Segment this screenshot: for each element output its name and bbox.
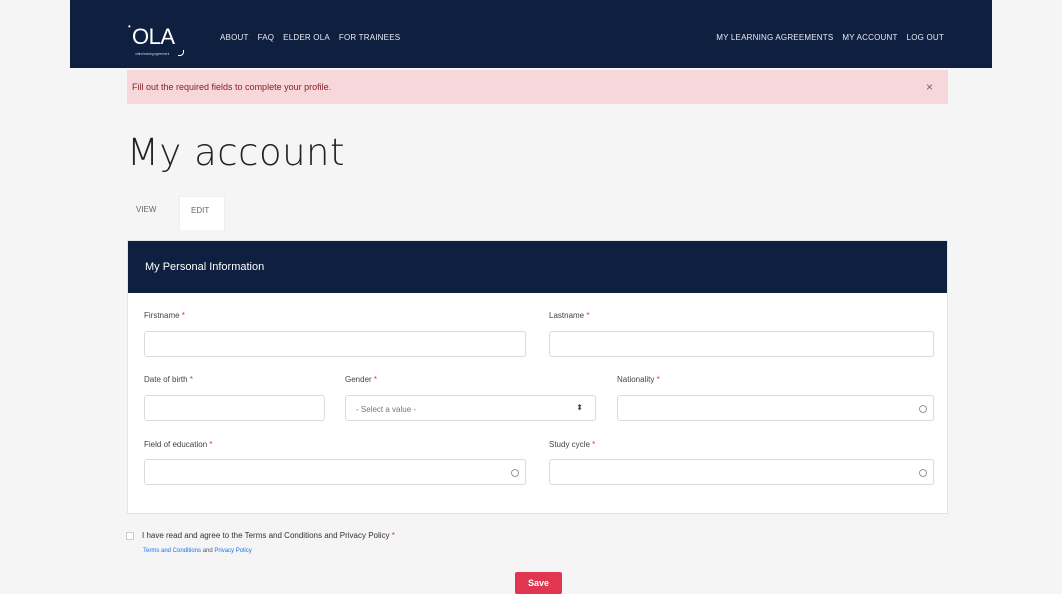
date-of-birth-input[interactable]	[144, 395, 325, 421]
dob-label-text: Date of birth	[144, 375, 188, 384]
nav-link-log-out[interactable]: LOG OUT	[907, 33, 944, 42]
terms-and-text: and	[202, 548, 213, 554]
terms-checkbox[interactable]	[126, 532, 134, 540]
privacy-policy-link[interactable]: Privacy Policy	[214, 548, 251, 554]
logo-text: OLA	[132, 24, 175, 49]
gender-label-text: Gender	[345, 375, 372, 384]
logo-dot-icon: •	[128, 22, 131, 31]
alert-message: Fill out the required fields to complete…	[132, 82, 332, 92]
lastname-input[interactable]	[549, 331, 934, 357]
tab-edit[interactable]: EDIT	[179, 196, 225, 230]
page-title: My account	[127, 131, 345, 174]
close-icon[interactable]: ×	[926, 80, 933, 94]
required-mark: *	[656, 375, 660, 384]
gender-selected-value: - Select a value -	[356, 405, 417, 414]
terms-and-conditions-link[interactable]: Terms and Conditions	[143, 548, 201, 554]
nav-link-about[interactable]: ABOUT	[220, 33, 249, 42]
personal-information-panel: My Personal Information Firstname * Last…	[127, 240, 948, 514]
required-mark: *	[586, 311, 590, 320]
logo-subtitle: online learning agreement	[135, 51, 169, 56]
required-mark: *	[181, 311, 185, 320]
gender-select[interactable]: - Select a value - ⬍	[345, 395, 596, 421]
ola-logo[interactable]: • OLA online learning agreement	[128, 22, 184, 56]
main-nav-links: ABOUT FAQ ELDER OLA FOR TRAINEES	[220, 33, 400, 42]
required-mark: *	[209, 440, 213, 449]
dob-label: Date of birth *	[144, 375, 193, 384]
lastname-label-text: Lastname	[549, 311, 585, 320]
study-cycle-label-text: Study cycle	[549, 440, 590, 449]
field-of-education-autocomplete[interactable]	[144, 459, 526, 485]
nationality-label-text: Nationality	[617, 375, 655, 384]
firstname-label-text: Firstname	[144, 311, 180, 320]
field-of-education-label: Field of education *	[144, 440, 213, 449]
terms-links: Terms and Conditions and Privacy Policy	[143, 548, 252, 554]
nationality-label: Nationality *	[617, 375, 660, 384]
nav-link-elder-ola[interactable]: ELDER OLA	[283, 33, 330, 42]
study-cycle-label: Study cycle *	[549, 440, 595, 449]
panel-title: My Personal Information	[145, 261, 265, 273]
required-mark: *	[592, 440, 596, 449]
logo-hook-icon	[178, 50, 184, 56]
autocomplete-throbber-icon	[511, 469, 519, 477]
nav-link-my-account[interactable]: MY ACCOUNT	[842, 33, 897, 42]
required-mark: *	[373, 375, 378, 384]
gender-label: Gender *	[345, 375, 377, 384]
study-cycle-autocomplete[interactable]	[549, 459, 934, 485]
panel-header: My Personal Information	[128, 241, 947, 293]
account-nav-links: MY LEARNING AGREEMENTS MY ACCOUNT LOG OU…	[716, 33, 944, 42]
firstname-input[interactable]	[144, 331, 526, 357]
required-mark: *	[189, 375, 193, 384]
save-button[interactable]: Save	[515, 572, 562, 594]
profile-alert: Fill out the required fields to complete…	[127, 70, 948, 104]
nationality-autocomplete[interactable]	[617, 395, 934, 421]
tab-view[interactable]: VIEW	[136, 205, 156, 214]
nav-link-for-trainees[interactable]: FOR TRAINEES	[339, 33, 400, 42]
select-arrows-icon: ⬍	[576, 403, 583, 412]
required-mark: *	[391, 531, 395, 540]
terms-label: I have read and agree to the Terms and C…	[142, 531, 395, 540]
field-of-education-label-text: Field of education	[144, 440, 208, 449]
nav-link-my-learning-agreements[interactable]: MY LEARNING AGREEMENTS	[716, 33, 833, 42]
top-navbar: • OLA online learning agreement ABOUT FA…	[70, 0, 992, 68]
autocomplete-throbber-icon	[919, 469, 927, 477]
nav-link-faq[interactable]: FAQ	[258, 33, 275, 42]
lastname-label: Lastname *	[549, 311, 590, 320]
terms-label-text: I have read and agree to the Terms and C…	[142, 531, 390, 540]
autocomplete-throbber-icon	[919, 405, 927, 413]
firstname-label: Firstname *	[144, 311, 185, 320]
